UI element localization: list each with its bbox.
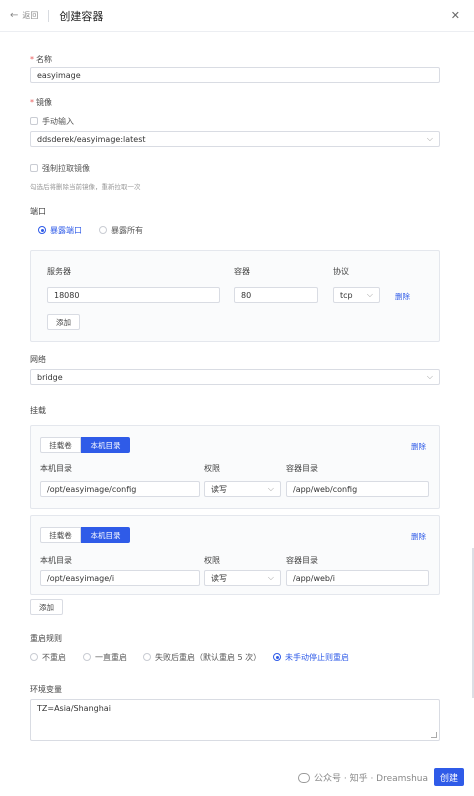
chevron-down-icon: ⌵: [267, 484, 274, 493]
page-title: 创建容器: [59, 9, 104, 23]
restart-no-label: 不重启: [42, 653, 66, 662]
permission-select[interactable]: 读写 ⌵: [204, 570, 281, 586]
image-label-text: 镜像: [36, 98, 52, 107]
name-label: * 名称: [30, 54, 52, 65]
close-icon[interactable]: ✕: [451, 9, 460, 22]
restart-unless-stopped-radio[interactable]: [273, 653, 281, 661]
host-dir-input[interactable]: /opt/easyimage/i: [40, 570, 200, 586]
restart-no-radio[interactable]: [30, 653, 38, 661]
container-port-input[interactable]: 80: [234, 287, 318, 303]
delete-mount-button[interactable]: 删除: [411, 441, 426, 452]
host-dir-tab[interactable]: 本机目录: [81, 437, 130, 453]
col-permission: 权限: [204, 556, 220, 565]
arrow-left-icon: ←: [10, 9, 19, 21]
manual-input-checkbox[interactable]: [30, 117, 38, 125]
resize-grip-icon[interactable]: [431, 732, 437, 738]
network-value: bridge: [37, 372, 63, 382]
image-select[interactable]: ddsderek/easyimage:latest ⌵: [30, 131, 440, 147]
col-container-dir: 容器目录: [286, 556, 318, 565]
col-host-dir: 本机目录: [40, 464, 72, 473]
host-port-input[interactable]: 18080: [47, 287, 220, 303]
wechat-logo-icon: [298, 772, 310, 783]
mount-type-toggle: 挂载卷 本机目录: [40, 527, 130, 543]
col-container-dir: 容器目录: [286, 464, 318, 473]
image-select-value: ddsderek/easyimage:latest: [37, 134, 146, 144]
host-dir-input[interactable]: /opt/easyimage/config: [40, 481, 200, 497]
col-permission: 权限: [204, 464, 220, 473]
container-dir-input[interactable]: /app/web/config: [286, 481, 429, 497]
permission-select[interactable]: 读写 ⌵: [204, 481, 281, 497]
create-button[interactable]: 创建: [434, 768, 464, 786]
required-marker: *: [30, 55, 34, 64]
restart-label: 重启规则: [30, 634, 62, 643]
protocol-select[interactable]: tcp ⌵: [333, 287, 380, 303]
delete-port-button[interactable]: 删除: [395, 291, 410, 302]
manual-input-label: 手动输入: [42, 117, 74, 126]
page-header: ← 返回 创建容器 ✕: [0, 0, 474, 32]
col-host: 服务器: [47, 267, 71, 276]
host-dir-tab[interactable]: 本机目录: [81, 527, 130, 543]
back-label: 返回: [22, 11, 39, 20]
permission-value: 读写: [211, 573, 227, 583]
chevron-down-icon: ⌵: [426, 372, 433, 381]
restart-always-label: 一直重启: [95, 653, 127, 662]
name-input[interactable]: easyimage: [30, 67, 440, 83]
col-host-dir: 本机目录: [40, 556, 72, 565]
env-label: 环境变量: [30, 685, 62, 694]
chevron-down-icon: ⌵: [366, 290, 373, 299]
name-label-text: 名称: [36, 55, 52, 64]
required-marker: *: [30, 98, 34, 107]
restart-always-radio[interactable]: [83, 653, 91, 661]
chevron-down-icon: ⌵: [426, 134, 433, 143]
network-label: 网络: [30, 355, 46, 364]
add-mount-button[interactable]: 添加: [30, 599, 63, 615]
force-pull-checkbox[interactable]: [30, 164, 38, 172]
restart-on-failure-label: 失败后重启（默认重启 5 次）: [155, 653, 262, 662]
delete-mount-button[interactable]: 删除: [411, 531, 426, 542]
expose-all-label: 暴露所有: [111, 226, 143, 235]
image-label: * 镜像: [30, 97, 52, 108]
mount-type-toggle: 挂载卷 本机目录: [40, 437, 130, 453]
force-pull-label: 强制拉取镜像: [42, 164, 90, 173]
watermark: 公众号 · 知乎 · Dreamshua: [298, 771, 428, 784]
add-port-button[interactable]: 添加: [47, 314, 80, 330]
env-textarea[interactable]: TZ=Asia/Shanghai: [30, 699, 440, 741]
watermark-text: 公众号 · 知乎 · Dreamshua: [314, 774, 429, 784]
restart-on-failure-radio[interactable]: [143, 653, 151, 661]
back-button[interactable]: ← 返回: [10, 10, 38, 21]
force-pull-hint: 勾选后将删除当前镜像，重新拉取一次: [30, 183, 141, 191]
mounts-label: 挂载: [30, 406, 46, 415]
header-divider: [48, 9, 50, 22]
container-dir-input[interactable]: /app/web/i: [286, 570, 429, 586]
col-container: 容器: [234, 267, 250, 276]
volume-tab[interactable]: 挂载卷: [40, 437, 81, 453]
col-protocol: 协议: [333, 267, 349, 276]
protocol-value: tcp: [340, 290, 353, 300]
expose-port-label: 暴露端口: [50, 226, 82, 235]
chevron-down-icon: ⌵: [267, 573, 274, 582]
env-value: TZ=Asia/Shanghai: [37, 704, 111, 713]
permission-value: 读写: [211, 484, 227, 494]
restart-unless-stopped-label: 未手动停止则重启: [285, 653, 349, 662]
ports-label: 端口: [30, 207, 46, 216]
expose-port-radio[interactable]: [38, 226, 46, 234]
network-select[interactable]: bridge ⌵: [30, 369, 440, 385]
expose-all-radio[interactable]: [99, 226, 107, 234]
volume-tab[interactable]: 挂载卷: [40, 527, 81, 543]
